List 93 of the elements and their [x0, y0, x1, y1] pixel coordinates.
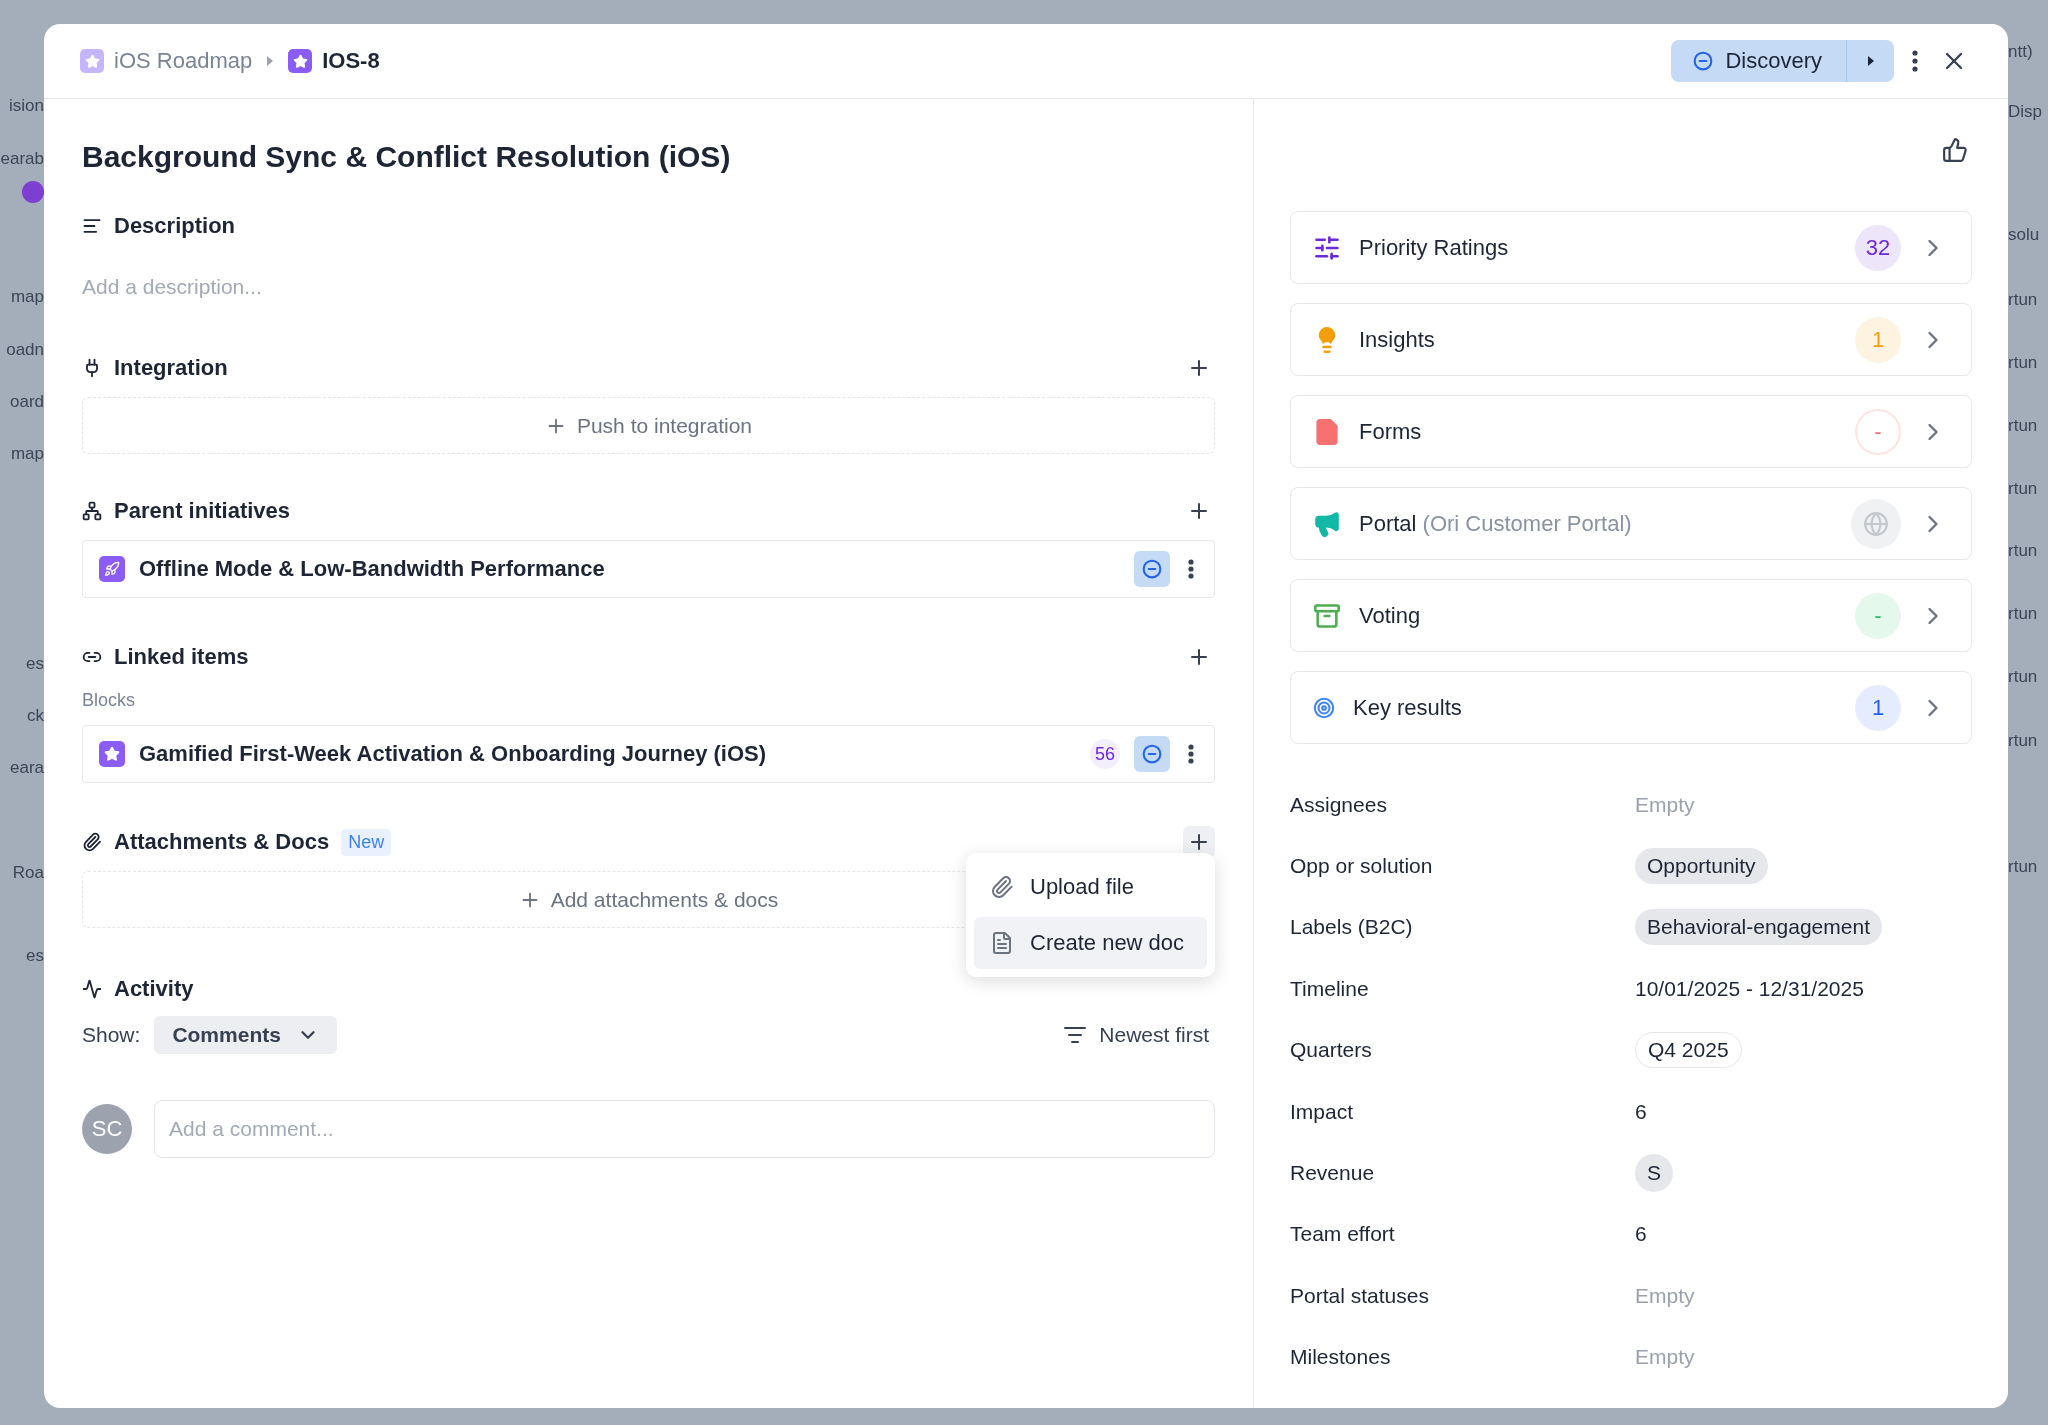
property-value[interactable]: 6: [1635, 1222, 1647, 1247]
background-text: map: [10, 443, 44, 465]
background-text: rtun: [2008, 666, 2038, 688]
background-text: es: [26, 653, 44, 675]
document-icon: [990, 931, 1014, 955]
background-text: ck: [27, 705, 44, 727]
caret-icon: [266, 55, 275, 67]
count-badge: 1: [1855, 316, 1901, 363]
status-icon: [1693, 51, 1714, 71]
ballot-box-icon: [1313, 601, 1341, 630]
count-badge: -: [1855, 408, 1901, 455]
summary-card[interactable]: Voting -: [1290, 579, 1972, 652]
property-value[interactable]: S: [1635, 1154, 1673, 1193]
property-label: Timeline: [1290, 976, 1370, 1001]
activity-icon: [82, 979, 102, 999]
target-icon: [1313, 696, 1335, 719]
group-label: Blocks: [82, 690, 136, 711]
property-label: Milestones: [1290, 1345, 1392, 1370]
status-button[interactable]: Discovery: [1671, 40, 1846, 82]
count-badge: 32: [1855, 224, 1901, 271]
sort-button[interactable]: Newest first: [1057, 1022, 1215, 1048]
property-label: Revenue: [1290, 1161, 1376, 1186]
property-value[interactable]: 6: [1635, 1099, 1647, 1124]
property-label: Quarters: [1290, 1038, 1373, 1063]
background-text: rtun: [2008, 603, 2038, 625]
file-icon: [1313, 417, 1341, 446]
breadcrumb-link[interactable]: iOS Roadmap: [80, 48, 253, 74]
thumbs-up-icon: [1942, 137, 1968, 163]
property-value[interactable]: Behavioral-engagement: [1635, 909, 1882, 946]
megaphone-icon: [1313, 509, 1341, 538]
background-text: rtun: [2008, 540, 2038, 562]
section-heading: Description: [114, 213, 236, 239]
background-text: rtun: [2008, 730, 2038, 752]
summary-card[interactable]: Forms -: [1290, 395, 1972, 468]
user-avatar: SC: [82, 1104, 132, 1154]
property-label: Assignees: [1290, 792, 1388, 817]
section-heading: Attachments & Docs: [114, 829, 330, 855]
background-text: es: [26, 945, 44, 967]
property-value[interactable]: 10/01/2025 - 12/31/2025: [1635, 976, 1864, 1001]
linked-item-row[interactable]: Gamified First-Week Activation & Onboarding Journey (iOS) 56: [82, 725, 1215, 783]
background-text: Roa: [12, 862, 44, 884]
new-badge: New: [341, 828, 392, 856]
count-badge: -: [1855, 592, 1901, 639]
property-label: Labels (B2C): [1290, 915, 1414, 940]
property-label: Opp or solution: [1290, 854, 1434, 879]
background-text: ntt): [2008, 41, 2033, 63]
background-text: oard: [9, 391, 44, 413]
status-icon[interactable]: [1134, 551, 1170, 587]
status-icon[interactable]: [1134, 736, 1170, 772]
background-text: rtun: [2008, 415, 2038, 437]
sliders-icon: [1313, 233, 1341, 262]
property-label: Impact: [1290, 1099, 1355, 1124]
background-text: rtun: [2008, 352, 2038, 374]
background-text: ision: [9, 95, 44, 117]
status-dot: [22, 181, 44, 203]
initiative-row[interactable]: Offline Mode & Low-Bandwidth Performance: [82, 540, 1215, 598]
background-text: solu: [2008, 224, 2040, 246]
menu-item[interactable]: Create new doc: [974, 917, 1207, 969]
more-icon: [1188, 744, 1194, 764]
summary-card[interactable]: Priority Ratings 32: [1290, 211, 1972, 284]
filter-dropdown[interactable]: Comments: [154, 1016, 337, 1054]
summary-card[interactable]: Key results 1: [1290, 671, 1972, 744]
more-icon: [1912, 50, 1918, 72]
count-badge: 1: [1855, 684, 1901, 731]
property-label: Team effort: [1290, 1222, 1396, 1247]
property-value[interactable]: Opportunity: [1635, 848, 1768, 885]
background-text: Disp: [2008, 101, 2042, 123]
background-text: earab: [0, 148, 44, 170]
comment-field[interactable]: Add a comment...: [154, 1100, 1215, 1158]
more-icon: [1188, 559, 1194, 579]
section-heading: Integration: [114, 355, 228, 381]
description-icon: [82, 216, 102, 236]
item-title: Background Sync & Conflict Resolution (iOS): [82, 139, 732, 175]
caret-icon: [1866, 55, 1875, 67]
summary-card[interactable]: Insights 1: [1290, 303, 1972, 376]
rocket-icon: [99, 556, 125, 582]
attach-icon: [82, 832, 102, 852]
property-label: Portal statuses: [1290, 1283, 1430, 1308]
background-text: map: [10, 286, 44, 308]
background-text: oadn: [6, 339, 44, 361]
background-text: eara: [9, 757, 44, 779]
section-heading: Linked items: [114, 644, 249, 670]
background-text: rtun: [2008, 856, 2038, 878]
section-heading: Activity: [114, 976, 194, 1002]
paperclip-icon: [990, 875, 1014, 899]
section-heading: Parent initiatives: [114, 498, 291, 524]
summary-card[interactable]: Portal (Ori Customer Portal): [1290, 487, 1972, 560]
breadcrumb-link[interactable]: IOS-8: [288, 48, 380, 74]
background-text: rtun: [2008, 478, 2038, 500]
background-text: rtun: [2008, 289, 2038, 311]
push-to-integration-button[interactable]: Push to integration: [82, 397, 1215, 454]
show-label: Show:: [82, 1023, 141, 1047]
score-badge: 56: [1090, 739, 1120, 769]
